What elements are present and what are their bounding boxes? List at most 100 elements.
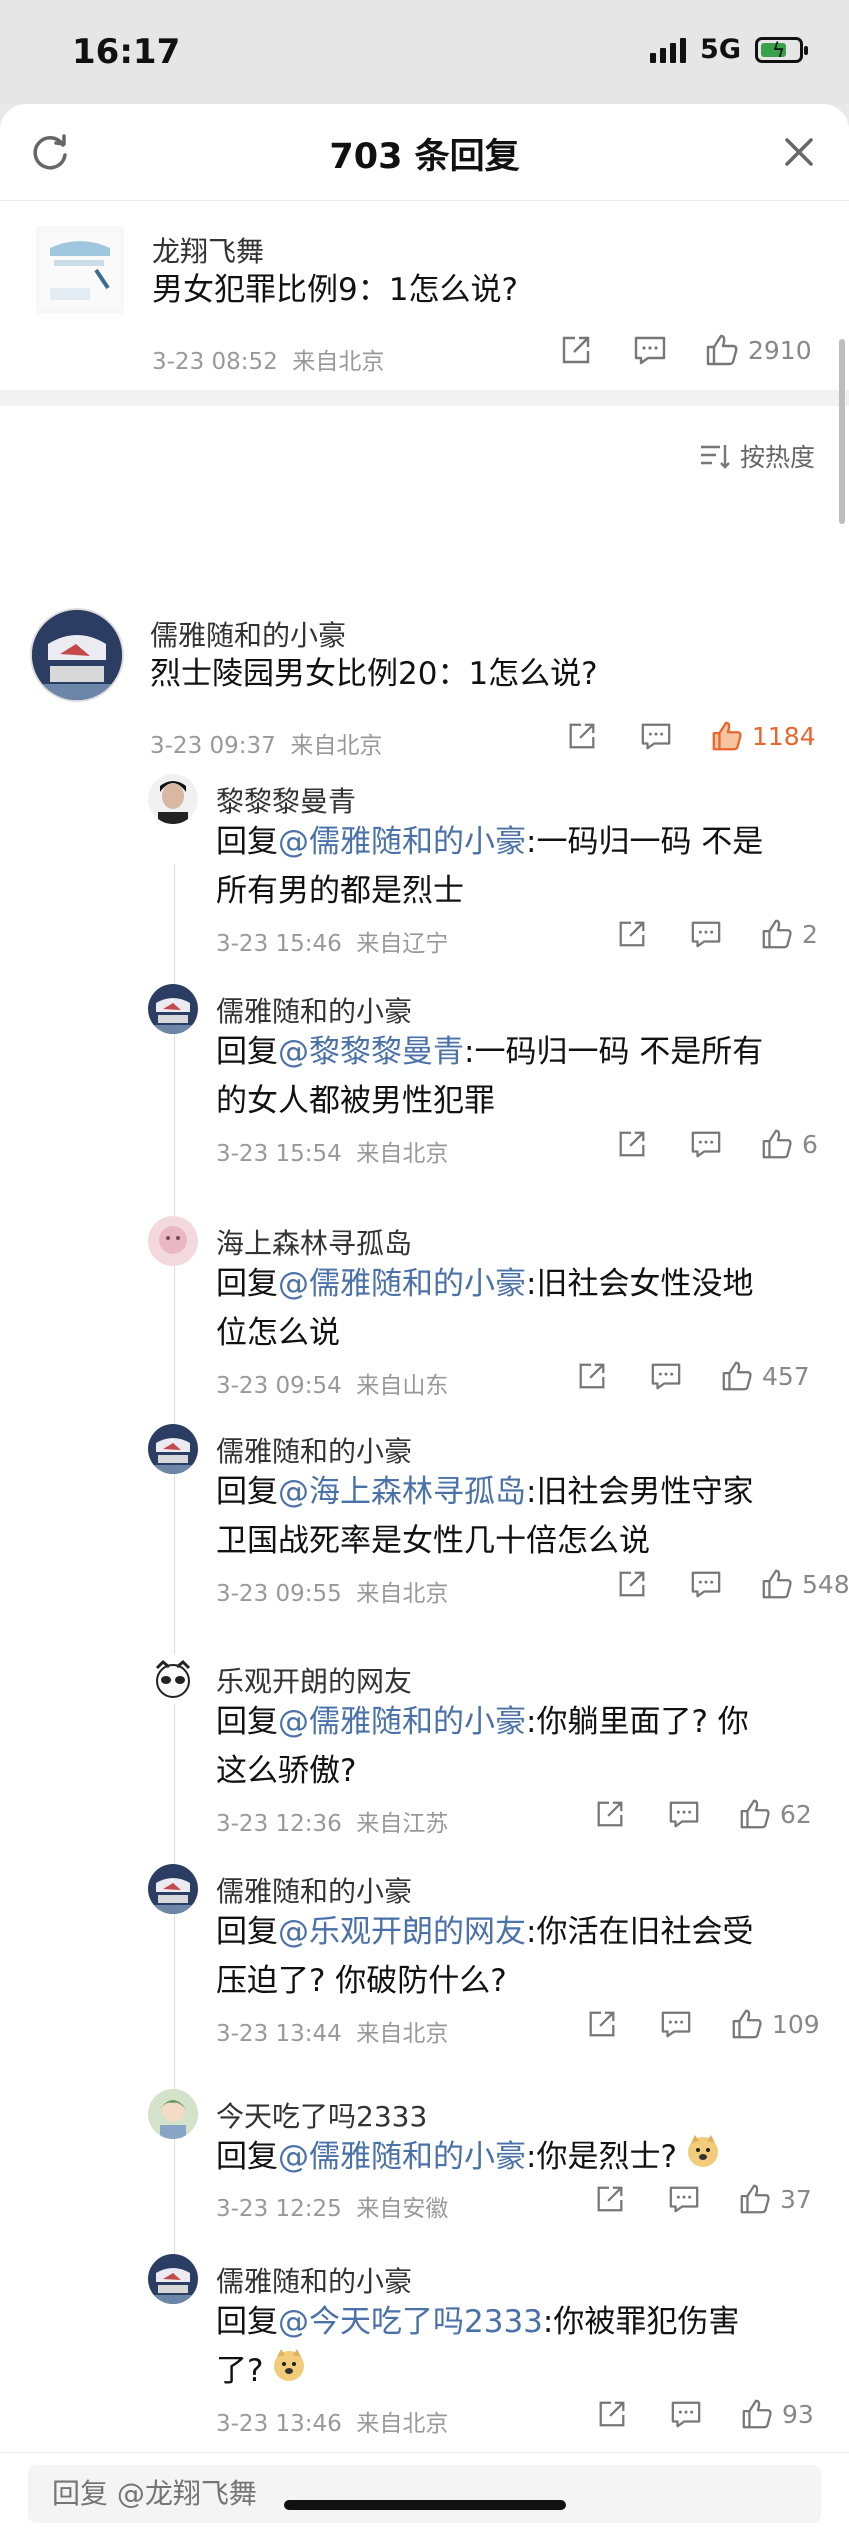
replier-avatar[interactable] bbox=[148, 774, 198, 824]
thumbs-up-icon bbox=[732, 2009, 762, 2039]
reply-mention-link[interactable]: @黎黎黎曼青 bbox=[278, 1034, 464, 1070]
comment-icon bbox=[691, 921, 721, 948]
like-button[interactable]: 2910 bbox=[704, 332, 812, 368]
reply-mention-link[interactable]: @儒雅随和的小豪 bbox=[278, 824, 526, 860]
like-button[interactable]: 93 bbox=[740, 2397, 814, 2431]
comment-time: 3-23 09:37 bbox=[150, 733, 276, 759]
comment-button[interactable] bbox=[686, 914, 726, 954]
commenter-name[interactable]: 儒雅随和的小豪 bbox=[150, 614, 346, 654]
like-button[interactable]: 548 bbox=[760, 1567, 849, 1601]
reply-mention-link[interactable]: @今天吃了吗2333 bbox=[278, 2304, 543, 2340]
share-button[interactable] bbox=[582, 2004, 622, 2044]
replier-avatar[interactable] bbox=[148, 984, 198, 1034]
reply-mention-link[interactable]: @海上森林寻孤岛 bbox=[278, 1474, 526, 1510]
reply-line1: :一码归一码 不是 bbox=[526, 824, 764, 860]
like-button[interactable]: 37 bbox=[738, 2182, 812, 2216]
reply-line2: 了? bbox=[216, 2353, 264, 2389]
comment-button[interactable] bbox=[630, 330, 670, 370]
signal-icon bbox=[650, 37, 687, 63]
like-button[interactable]: 62 bbox=[738, 1797, 812, 1831]
reply-prefix: 回复 bbox=[216, 1704, 278, 1740]
reply-time: 3-23 15:54 bbox=[216, 1141, 342, 1167]
replier-name[interactable]: 儒雅随和的小豪 bbox=[216, 1870, 412, 1910]
like-button[interactable]: 6 bbox=[760, 1127, 818, 1161]
page-title: 703 条回复 bbox=[329, 137, 520, 177]
share-button[interactable] bbox=[612, 1124, 652, 1164]
divider bbox=[0, 390, 849, 406]
close-icon[interactable] bbox=[775, 128, 823, 176]
reply-actions: 62 bbox=[590, 1794, 812, 1834]
share-icon bbox=[562, 336, 590, 364]
reply-line2: 卫国战死率是女性几十倍怎么说 bbox=[216, 1523, 650, 1559]
reply-mention-link[interactable]: @儒雅随和的小豪 bbox=[278, 2139, 526, 2175]
comment-button[interactable] bbox=[664, 2179, 704, 2219]
share-button[interactable] bbox=[612, 914, 652, 954]
reply-text: 回复@儒雅随和的小豪:你躺里面了? 你 这么骄傲? bbox=[216, 1698, 796, 1796]
like-button[interactable]: 109 bbox=[730, 2007, 820, 2041]
reply-prefix: 回复 bbox=[216, 2304, 278, 2340]
comment-location: 来自北京 bbox=[290, 733, 383, 759]
share-button[interactable] bbox=[572, 1356, 612, 1396]
home-indicator bbox=[284, 2500, 566, 2510]
share-icon bbox=[589, 2011, 615, 2037]
like-button[interactable]: 457 bbox=[720, 1359, 810, 1393]
replier-name[interactable]: 黎黎黎曼青 bbox=[216, 780, 356, 820]
sheet-header: 703 条回复 bbox=[0, 104, 849, 201]
status-bar: 16:17 5G ϟ bbox=[0, 0, 849, 104]
commenter-avatar[interactable] bbox=[30, 608, 124, 702]
sort-label: 按热度 bbox=[739, 443, 815, 472]
share-button[interactable] bbox=[612, 1564, 652, 1604]
scrollbar[interactable] bbox=[839, 339, 845, 524]
replier-name[interactable]: 儒雅随和的小豪 bbox=[216, 990, 412, 1030]
comment-button[interactable] bbox=[646, 1356, 686, 1396]
replier-name[interactable]: 儒雅随和的小豪 bbox=[216, 2260, 412, 2300]
comment-button[interactable] bbox=[666, 2394, 706, 2434]
replier-name[interactable]: 乐观开朗的网友 bbox=[216, 1660, 412, 1700]
reply-meta: 3-23 13:46 来自北京 bbox=[216, 2404, 448, 2438]
reply-prefix: 回复 bbox=[216, 824, 278, 860]
comment-button[interactable] bbox=[656, 2004, 696, 2044]
reply-line1: :你躺里面了? 你 bbox=[526, 1704, 749, 1740]
reply-mention-link[interactable]: @儒雅随和的小豪 bbox=[278, 1704, 526, 1740]
post-author[interactable]: 龙翔飞舞 bbox=[152, 230, 264, 270]
reply-mention-link[interactable]: @儒雅随和的小豪 bbox=[278, 1266, 526, 1302]
author-avatar[interactable] bbox=[36, 226, 124, 314]
thumbs-up-icon bbox=[762, 1569, 792, 1599]
reply-prefix: 回复 bbox=[216, 1266, 278, 1302]
share-button[interactable] bbox=[556, 330, 596, 370]
reply-meta: 3-23 12:25 来自安徽 bbox=[216, 2189, 448, 2223]
comment-icon bbox=[641, 723, 671, 750]
share-button[interactable] bbox=[590, 2179, 630, 2219]
comment-icon bbox=[691, 1131, 721, 1158]
replier-avatar[interactable] bbox=[148, 2089, 198, 2139]
reply-actions: 548 bbox=[612, 1564, 849, 1604]
thumbs-up-icon bbox=[740, 1799, 770, 1829]
replier-name[interactable]: 儒雅随和的小豪 bbox=[216, 1430, 412, 1470]
like-count: 62 bbox=[780, 1799, 812, 1829]
reply-time: 3-23 15:46 bbox=[216, 931, 342, 957]
share-icon bbox=[599, 2401, 625, 2427]
replier-avatar[interactable] bbox=[148, 1216, 198, 1266]
replier-avatar[interactable] bbox=[148, 1424, 198, 1474]
reply-time: 3-23 12:25 bbox=[216, 2196, 342, 2222]
replier-avatar[interactable] bbox=[148, 2254, 198, 2304]
reply-input[interactable] bbox=[28, 2465, 821, 2523]
comment-button[interactable] bbox=[686, 1564, 726, 1604]
sort-by-hot-button[interactable]: 按热度 bbox=[698, 438, 815, 474]
like-button[interactable]: 2 bbox=[760, 917, 818, 951]
replier-name[interactable]: 海上森林寻孤岛 bbox=[216, 1222, 412, 1262]
comment-button[interactable] bbox=[664, 1794, 704, 1834]
replier-name[interactable]: 今天吃了吗2333 bbox=[216, 2095, 427, 2135]
share-button[interactable] bbox=[562, 716, 602, 756]
share-button[interactable] bbox=[590, 1794, 630, 1834]
replier-avatar[interactable] bbox=[148, 1654, 198, 1704]
comment-button[interactable] bbox=[636, 716, 676, 756]
comment-button[interactable] bbox=[686, 1124, 726, 1164]
share-button[interactable] bbox=[592, 2394, 632, 2434]
reply-mention-link[interactable]: @乐观开朗的网友 bbox=[278, 1914, 526, 1950]
comment-text: 烈士陵园男女比例20：1怎么说? bbox=[150, 656, 598, 692]
reply-item: 乐观开朗的网友 回复@儒雅随和的小豪:你躺里面了? 你 这么骄傲? 3-23 1… bbox=[0, 1654, 849, 1854]
like-button[interactable]: 1184 bbox=[710, 719, 816, 753]
reply-line2: 压迫了? 你破防什么? bbox=[216, 1963, 507, 1999]
replier-avatar[interactable] bbox=[148, 1864, 198, 1914]
